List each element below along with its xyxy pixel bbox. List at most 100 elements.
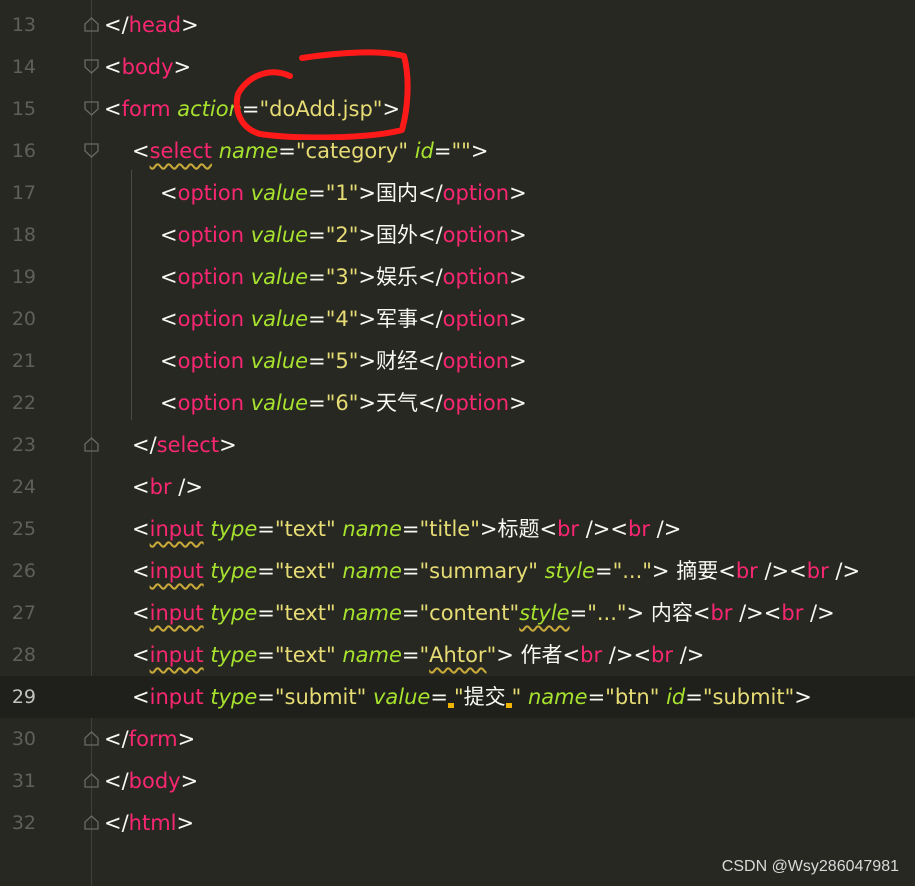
code-line[interactable]: 31 </body> <box>0 760 915 802</box>
fold-marker-icon[interactable] <box>84 59 99 74</box>
code-token: option <box>177 391 245 415</box>
code-line[interactable]: 17 <option value="1">国内</option> <box>0 172 915 214</box>
code-line[interactable]: 20 <option value="4">军事</option> <box>0 298 915 340</box>
code-text: <br /> <box>132 466 203 508</box>
fold-marker-icon[interactable] <box>84 773 99 788</box>
code-line[interactable]: 22 <option value="6">天气</option> <box>0 382 915 424</box>
code-token: < <box>132 517 150 541</box>
code-token: body <box>121 55 174 79</box>
code-token: = <box>308 391 326 415</box>
code-token: > <box>626 601 651 625</box>
code-token: > <box>509 181 527 205</box>
code-line[interactable]: 32 </html> <box>0 802 915 844</box>
code-token: > <box>358 391 376 415</box>
code-token: < <box>539 517 558 541</box>
code-token: "submit" <box>702 685 795 709</box>
code-token: select <box>149 139 213 163</box>
code-token: option <box>442 181 510 205</box>
code-token: < <box>104 55 122 79</box>
code-line[interactable]: 25 <input type="text" name="title">标题<br … <box>0 508 915 550</box>
code-token: < <box>718 559 736 583</box>
code-token: br <box>628 517 650 541</box>
code-text: <body> <box>104 46 191 88</box>
fold-marker-icon[interactable] <box>84 731 99 746</box>
code-token: = <box>569 601 588 625</box>
code-line[interactable]: 14 <body> <box>0 46 915 88</box>
code-token: " <box>453 685 464 709</box>
code-line[interactable]: 15 <form action="doAdd.jsp"> <box>0 88 915 130</box>
code-token: option <box>442 223 510 247</box>
code-line[interactable]: 18 <option value="2">国外</option> <box>0 214 915 256</box>
code-text: <input type="text" name="Ahtor"> 作者<br /… <box>132 634 704 676</box>
code-token: = <box>257 601 275 625</box>
code-token: = <box>685 685 703 709</box>
line-number: 14 <box>11 56 36 78</box>
code-line[interactable]: 27 <input type="text" name="content"style… <box>0 592 915 634</box>
code-line[interactable]: 29 <input type="submit" value= "提交 " name="… <box>0 676 915 718</box>
code-line[interactable]: 23 </select> <box>0 424 915 466</box>
code-line[interactable]: 28 <input type="text" name="Ahtor"> 作者<br… <box>0 634 915 676</box>
code-token: > <box>176 811 195 835</box>
code-token: < <box>160 223 178 247</box>
code-token: "title" <box>419 517 480 541</box>
code-token: br <box>735 559 758 583</box>
code-text: <option value="6">天气</option> <box>160 382 527 424</box>
code-token: " <box>419 643 430 667</box>
code-token: 标题 <box>497 517 540 541</box>
code-token: option <box>442 307 510 331</box>
code-token: </ <box>417 391 443 415</box>
fold-marker-icon[interactable] <box>84 101 99 116</box>
code-line[interactable]: 13 </head> <box>0 4 915 46</box>
code-token: > <box>509 349 527 373</box>
code-token: /> <box>828 559 861 583</box>
fold-marker-icon[interactable] <box>84 143 99 158</box>
code-line[interactable]: 26 <input type="text" name="summary" styl… <box>0 550 915 592</box>
code-token: br <box>781 601 804 625</box>
code-token: input <box>149 559 204 583</box>
code-line[interactable]: 21 <option value="5">财经</option> <box>0 340 915 382</box>
code-token: < <box>132 139 150 163</box>
code-token: < <box>160 181 178 205</box>
line-number: 32 <box>11 812 36 834</box>
code-token: br <box>651 643 674 667</box>
code-token: </ <box>132 433 157 457</box>
code-token: "2" <box>325 223 359 247</box>
code-token: < <box>132 475 150 499</box>
code-token: option <box>177 307 245 331</box>
fold-marker-icon[interactable] <box>84 17 99 32</box>
code-token: < <box>132 559 150 583</box>
fold-marker-icon[interactable] <box>84 815 99 830</box>
code-token: head <box>128 13 182 37</box>
code-line[interactable]: 30 </form> <box>0 718 915 760</box>
code-token: </ <box>417 349 443 373</box>
code-token: < <box>562 643 581 667</box>
code-editor[interactable]: 13 </head> 14 <body> 15 <form action="doAdd.j… <box>0 0 915 886</box>
code-token: option <box>177 181 245 205</box>
code-line[interactable]: 19 <option value="3">娱乐</option> <box>0 256 915 298</box>
code-token: > <box>509 391 527 415</box>
code-token: = <box>308 223 326 247</box>
code-token: input <box>149 643 204 667</box>
code-token: form <box>128 727 178 751</box>
red-annotation-circle <box>233 49 411 140</box>
code-token: br <box>557 517 580 541</box>
watermark: CSDN @Wsy286047981 <box>721 858 899 875</box>
code-token: value <box>250 307 309 331</box>
code-token: < <box>160 391 178 415</box>
code-line[interactable]: 24 <br /> <box>0 466 915 508</box>
fold-marker-icon[interactable] <box>84 437 99 452</box>
code-text: <input type="submit" value= "提交 " name="bt… <box>132 676 812 718</box>
code-token: value <box>250 349 309 373</box>
code-line[interactable]: 16 <select name="category" id=""> <box>0 130 915 172</box>
code-token: value <box>250 223 309 247</box>
code-text: </select> <box>132 424 237 466</box>
code-token: = <box>257 517 275 541</box>
code-token: name <box>342 559 402 583</box>
code-token: </ <box>104 727 129 751</box>
code-token: 国内 <box>375 181 418 205</box>
code-token: value <box>372 685 431 709</box>
